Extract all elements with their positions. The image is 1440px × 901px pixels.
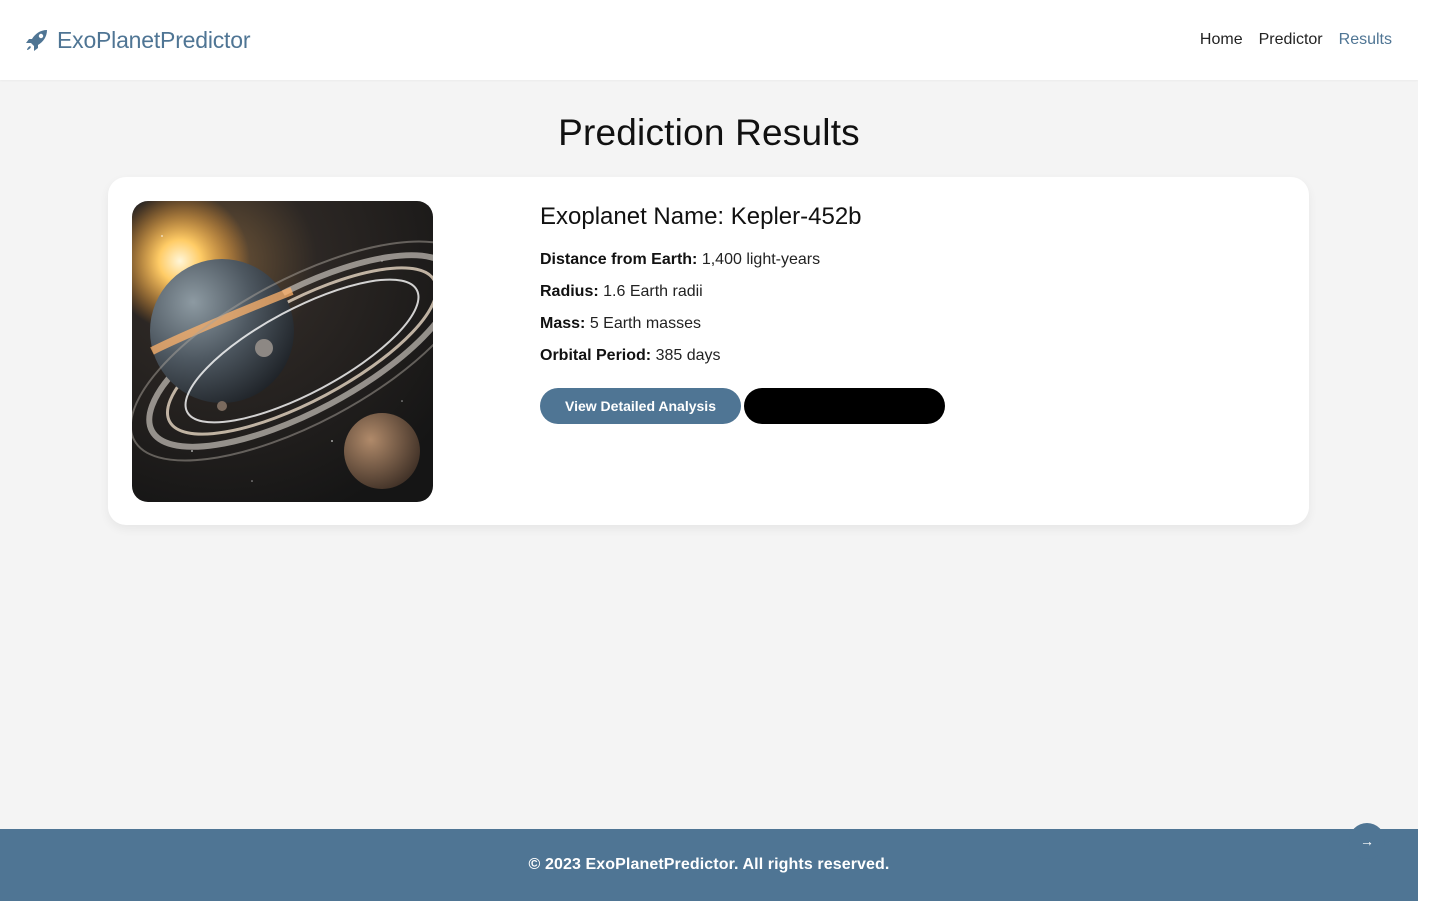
secondary-action-button[interactable] <box>744 388 945 424</box>
planet-illustration <box>132 201 433 502</box>
footer: © 2023 ExoPlanetPredictor. All rights re… <box>0 829 1418 901</box>
result-card: Exoplanet Name: Kepler-452b Distance fro… <box>108 177 1309 525</box>
nav-home[interactable]: Home <box>1200 31 1243 49</box>
scroll-button[interactable]: → <box>1349 823 1385 859</box>
detail-value: 5 Earth masses <box>589 315 701 332</box>
detail-distance: Distance from Earth: 1,400 light-years <box>540 250 945 269</box>
rocket-icon <box>26 30 47 51</box>
detail-mass: Mass: 5 Earth masses <box>540 314 945 333</box>
page-title: Prediction Results <box>558 112 860 153</box>
brand-name: ExoPlanetPredictor <box>57 26 251 53</box>
detail-label: Mass: <box>540 315 586 332</box>
page: ExoPlanetPredictor Home Predictor Result… <box>0 0 1418 901</box>
detail-label: Orbital Period: <box>540 347 652 364</box>
planet-image <box>132 201 433 502</box>
detail-label: Radius: <box>540 283 599 300</box>
nav-predictor[interactable]: Predictor <box>1259 31 1323 49</box>
planet-name: Exoplanet Name: Kepler-452b <box>540 203 862 230</box>
nav-results[interactable]: Results <box>1339 31 1392 49</box>
planet-details: Exoplanet Name: Kepler-452b Distance fro… <box>540 203 945 424</box>
brand-link[interactable]: ExoPlanetPredictor <box>24 27 250 54</box>
detail-label: Distance from Earth: <box>540 251 698 268</box>
detail-orbital-period: Orbital Period: 385 days <box>540 346 945 365</box>
copyright-text: © 2023 ExoPlanetPredictor. All rights re… <box>528 856 890 873</box>
arrow-right-icon: → <box>1360 833 1374 849</box>
navbar: ExoPlanetPredictor Home Predictor Result… <box>0 0 1418 80</box>
scrollbar-gutter <box>1418 0 1440 901</box>
detail-radius: Radius: 1.6 Earth radii <box>540 282 945 301</box>
detail-value: 385 days <box>655 347 721 364</box>
detail-value: 1.6 Earth radii <box>603 283 703 300</box>
action-buttons: View Detailed Analysis <box>540 388 945 424</box>
detail-value: 1,400 light-years <box>701 251 821 268</box>
main-nav: Home Predictor Results <box>1200 31 1392 49</box>
view-analysis-button[interactable]: View Detailed Analysis <box>540 388 741 424</box>
